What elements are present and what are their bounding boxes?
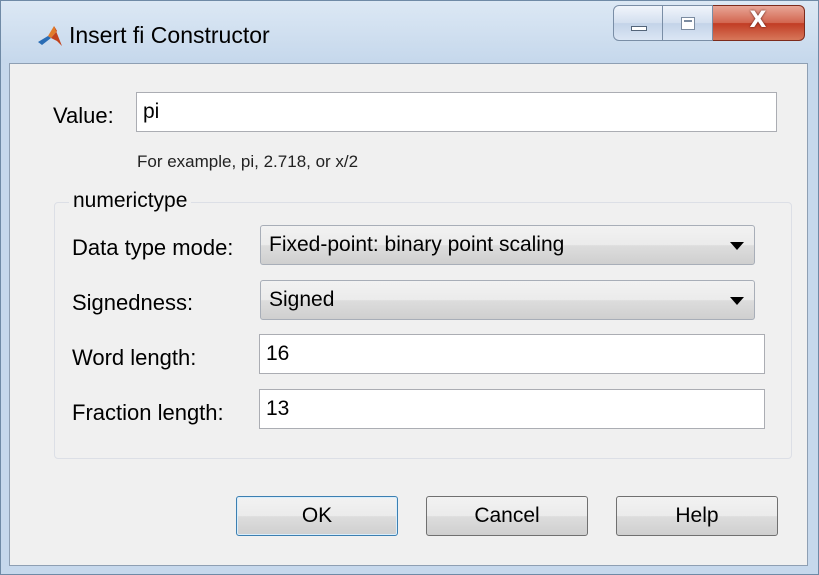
cancel-button[interactable]: Cancel [426,496,588,536]
data-type-mode-select[interactable]: Fixed-point: binary point scaling [260,225,755,265]
dialog-body: Value: pi For example, pi, 2.718, or x/2… [9,63,808,566]
maximize-icon [681,17,695,30]
signedness-value: Signed [269,288,335,311]
signedness-select[interactable]: Signed [260,280,755,320]
dialog-window: Insert fi Constructor X Value: pi For ex… [0,0,819,575]
value-hint: For example, pi, 2.718, or x/2 [137,152,359,171]
fraction-length-label: Fraction length: [72,400,224,425]
minimize-button[interactable] [613,5,663,41]
window-title: Insert fi Constructor [69,22,270,48]
help-button[interactable]: Help [616,496,778,536]
maximize-button[interactable] [663,5,713,41]
numerictype-legend: numerictype [69,189,192,213]
signedness-label: Signedness: [72,290,194,315]
minimize-icon [631,26,647,31]
data-type-mode-label: Data type mode: [72,235,234,260]
title-bar[interactable]: Insert fi Constructor X [1,1,818,63]
chevron-down-icon [730,297,744,305]
word-length-label: Word length: [72,345,197,370]
data-type-mode-value: Fixed-point: binary point scaling [269,233,565,256]
value-input[interactable]: pi [136,92,777,132]
close-button[interactable]: X [713,5,805,41]
value-label: Value: [53,103,114,128]
close-icon: X [749,8,767,33]
fraction-length-input[interactable]: 13 [259,389,765,429]
ok-button[interactable]: OK [236,496,398,536]
chevron-down-icon [730,242,744,250]
matlab-logo-icon [38,26,62,46]
word-length-input[interactable]: 16 [259,334,765,374]
